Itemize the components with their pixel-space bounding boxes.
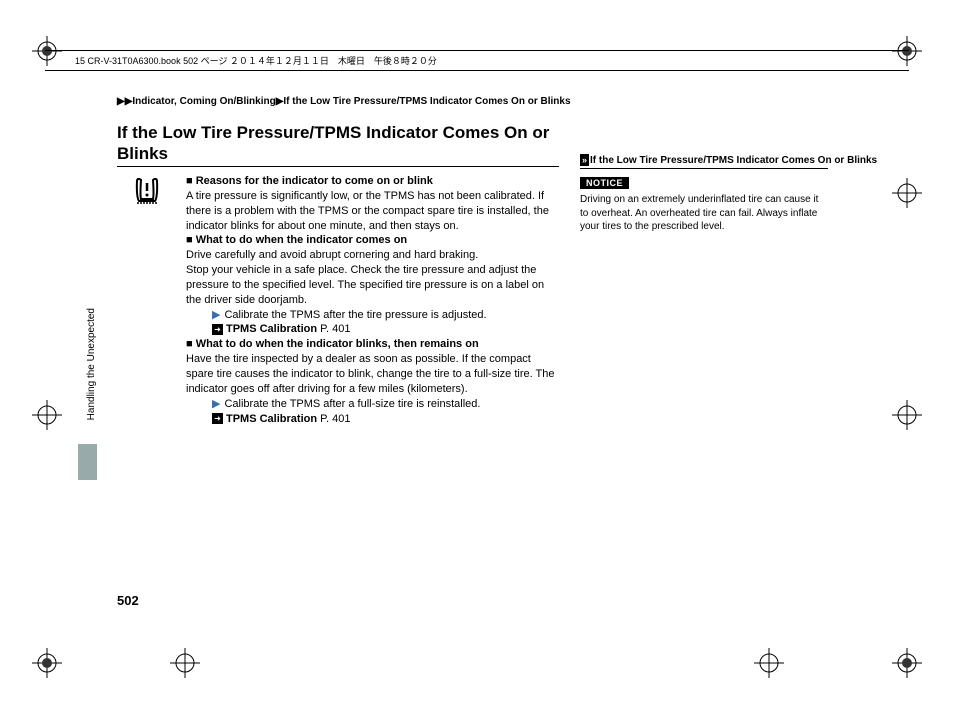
main-content: Reasons for the indicator to come on or … xyxy=(186,174,559,426)
what-on-text2: Stop your vehicle in a safe place. Check… xyxy=(186,263,559,308)
registration-mark-icon xyxy=(170,648,200,678)
registration-mark-icon xyxy=(32,648,62,678)
what-blink-action: Calibrate the TPMS after a full-size tir… xyxy=(212,397,559,412)
page-number: 502 xyxy=(117,593,139,608)
what-on-text1: Drive carefully and avoid abrupt corneri… xyxy=(186,248,559,263)
breadcrumb: ▶▶Indicator, Coming On/Blinking▶If the L… xyxy=(117,96,571,107)
sidebar-underline xyxy=(580,168,828,169)
registration-mark-icon xyxy=(892,178,922,208)
what-blink-text: Have the tire inspected by a dealer as s… xyxy=(186,352,559,397)
reference-link: ➜TPMS Calibration P. 401 xyxy=(212,322,559,337)
chapter-label: Handling the Unexpected xyxy=(86,308,97,420)
chapter-tab xyxy=(78,444,97,480)
ref-label: TPMS Calibration xyxy=(226,323,317,335)
registration-mark-icon xyxy=(892,36,922,66)
reference-icon: ➜ xyxy=(212,413,223,424)
reasons-heading: Reasons for the indicator to come on or … xyxy=(186,174,559,189)
registration-mark-icon xyxy=(892,648,922,678)
what-on-action: Calibrate the TPMS after the tire pressu… xyxy=(212,308,559,323)
double-arrow-icon: » xyxy=(580,154,589,166)
what-blink-heading: What to do when the indicator blinks, th… xyxy=(186,337,559,352)
registration-mark-icon xyxy=(32,36,62,66)
title-underline xyxy=(117,166,559,167)
registration-mark-icon xyxy=(754,648,784,678)
what-on-heading: What to do when the indicator comes on xyxy=(186,233,559,248)
header-rule xyxy=(45,70,909,71)
sidebar-title-text: If the Low Tire Pressure/TPMS Indicator … xyxy=(590,155,877,166)
tpms-indicator-icon xyxy=(131,177,163,205)
ref-label: TPMS Calibration xyxy=(226,413,317,425)
reference-icon: ➜ xyxy=(212,324,223,335)
reasons-text: A tire pressure is significantly low, or… xyxy=(186,189,559,234)
header-filename: 15 CR-V-31T0A6300.book 502 ページ ２０１４年１２月１… xyxy=(75,54,437,67)
ref-page: P. 401 xyxy=(320,413,350,425)
registration-mark-icon xyxy=(892,400,922,430)
header-rule xyxy=(45,50,909,51)
notice-badge: NOTICE xyxy=(580,177,629,189)
notice-text: Driving on an extremely underinflated ti… xyxy=(580,193,828,234)
sidebar-title: »If the Low Tire Pressure/TPMS Indicator… xyxy=(580,154,877,166)
page-title: If the Low Tire Pressure/TPMS Indicator … xyxy=(117,122,557,168)
registration-mark-icon xyxy=(32,400,62,430)
ref-page: P. 401 xyxy=(320,323,350,335)
reference-link: ➜TPMS Calibration P. 401 xyxy=(212,412,559,427)
